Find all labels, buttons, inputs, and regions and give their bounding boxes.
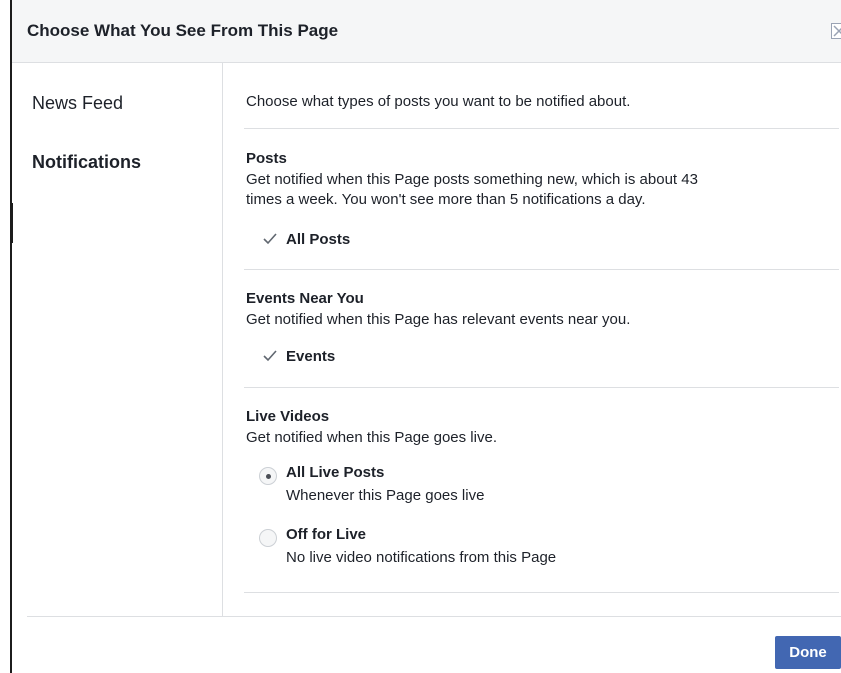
all-posts-label: All Posts — [286, 230, 351, 248]
settings-content: Choose what types of posts you want to b… — [244, 63, 839, 616]
events-checkbox[interactable]: Events — [260, 346, 335, 366]
sidebar-item-notifications[interactable]: Notifications — [32, 152, 141, 173]
off-for-live-label[interactable]: Off for Live — [286, 526, 366, 543]
section-description-posts: Get notified when this Page posts someth… — [246, 171, 698, 188]
events-label: Events — [286, 347, 336, 365]
sidebar-item-news-feed[interactable]: News Feed — [32, 93, 123, 114]
off-for-live-radio[interactable] — [259, 529, 277, 547]
sidebar: News Feed Notifications — [10, 63, 223, 616]
divider — [244, 387, 839, 388]
all-live-posts-label[interactable]: All Live Posts — [286, 464, 384, 481]
radio-selected-dot — [266, 474, 271, 479]
all-live-posts-description: Whenever this Page goes live — [286, 487, 485, 504]
intro-text: Choose what types of posts you want to b… — [246, 93, 631, 110]
dialog-title: Choose What You See From This Page — [27, 21, 339, 40]
all-posts-checkbox[interactable]: All Posts — [260, 229, 350, 249]
section-description-live-videos: Get notified when this Page goes live. — [246, 429, 497, 446]
section-title-events: Events Near You — [246, 290, 364, 307]
done-button[interactable]: Done — [775, 636, 841, 669]
divider — [244, 128, 839, 129]
all-live-posts-radio[interactable] — [259, 467, 277, 485]
sidebar-active-indicator — [10, 203, 13, 243]
section-title-posts: Posts — [246, 150, 287, 167]
section-description-posts-2: times a week. You won't see more than 5 … — [246, 191, 646, 208]
divider — [244, 592, 839, 593]
checkmark-icon — [260, 229, 280, 249]
dialog-header: Choose What You See From This Page — [12, 0, 841, 63]
close-icon[interactable] — [831, 23, 841, 39]
divider — [244, 269, 839, 270]
checkmark-icon — [260, 346, 280, 366]
section-title-live-videos: Live Videos — [246, 408, 330, 425]
footer-divider — [27, 616, 841, 617]
off-for-live-description: No live video notifications from this Pa… — [286, 549, 557, 566]
section-description-events: Get notified when this Page has relevant… — [246, 311, 631, 328]
notification-settings-dialog: Choose What You See From This Page News … — [10, 0, 841, 673]
